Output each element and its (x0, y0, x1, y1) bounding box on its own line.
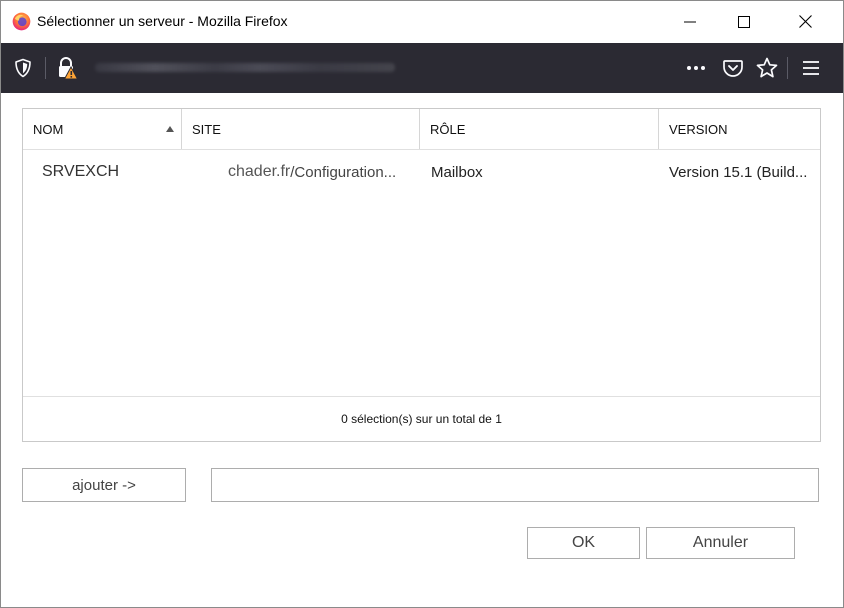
maximize-button[interactable] (721, 1, 767, 42)
add-button[interactable]: ajouter -> (22, 468, 186, 502)
cell-nom: SRVEXCH (42, 163, 120, 180)
url-bar-separator (45, 57, 46, 79)
cell-role: Mailbox (431, 163, 483, 181)
table-row[interactable]: SRVEXCH chader.fr/Configuration... Mailb… (23, 150, 820, 194)
column-header-label: VERSION (669, 121, 728, 137)
cancel-button[interactable]: Annuler (646, 527, 795, 559)
toolbar-separator (787, 57, 788, 79)
hamburger-menu-icon[interactable] (801, 58, 821, 78)
url-bar[interactable] (1, 43, 843, 93)
selection-status: 0 sélection(s) sur un total de 1 (23, 396, 820, 441)
column-header-label: NOM (33, 121, 64, 137)
column-header-nom[interactable]: NOM (23, 109, 182, 149)
sort-ascending-icon (166, 126, 174, 132)
column-header-version[interactable]: VERSION (659, 109, 820, 149)
ok-button[interactable]: OK (527, 527, 640, 559)
shield-icon[interactable] (14, 58, 32, 78)
close-icon (798, 15, 812, 28)
column-header-label: SITE (192, 121, 221, 137)
minimize-button[interactable] (667, 1, 713, 42)
star-icon[interactable] (755, 56, 779, 80)
blurred-url[interactable] (95, 63, 395, 72)
cell-site: chader.fr/Configuration... (228, 150, 396, 194)
column-header-role[interactable]: RÔLE (420, 109, 659, 149)
minimize-icon (684, 21, 696, 22)
server-grid: NOM SITE RÔLE VERSION SRVEXCH chader.fr /… (22, 108, 821, 442)
grid-header: NOM SITE RÔLE VERSION (23, 109, 820, 150)
cell-version: Version 15.1 (Build... (669, 163, 808, 181)
column-header-label: RÔLE (430, 121, 466, 137)
firefox-dialog-window: Sélectionner un serveur - Mozilla Firefo… (0, 0, 844, 608)
maximize-icon (738, 15, 750, 28)
column-header-site[interactable]: SITE (182, 109, 420, 149)
pocket-icon[interactable] (722, 57, 744, 79)
close-button[interactable] (782, 1, 828, 42)
insecure-lock-icon[interactable] (56, 56, 78, 80)
title-bar[interactable]: Sélectionner un serveur - Mozilla Firefo… (1, 1, 843, 42)
site-path: /Configuration... (290, 163, 397, 181)
more-icon[interactable] (684, 60, 708, 76)
added-servers-field[interactable] (211, 468, 819, 502)
site-domain: chader.fr (228, 163, 291, 180)
firefox-logo-icon (12, 12, 31, 31)
window-title: Sélectionner un serveur - Mozilla Firefo… (37, 13, 288, 29)
